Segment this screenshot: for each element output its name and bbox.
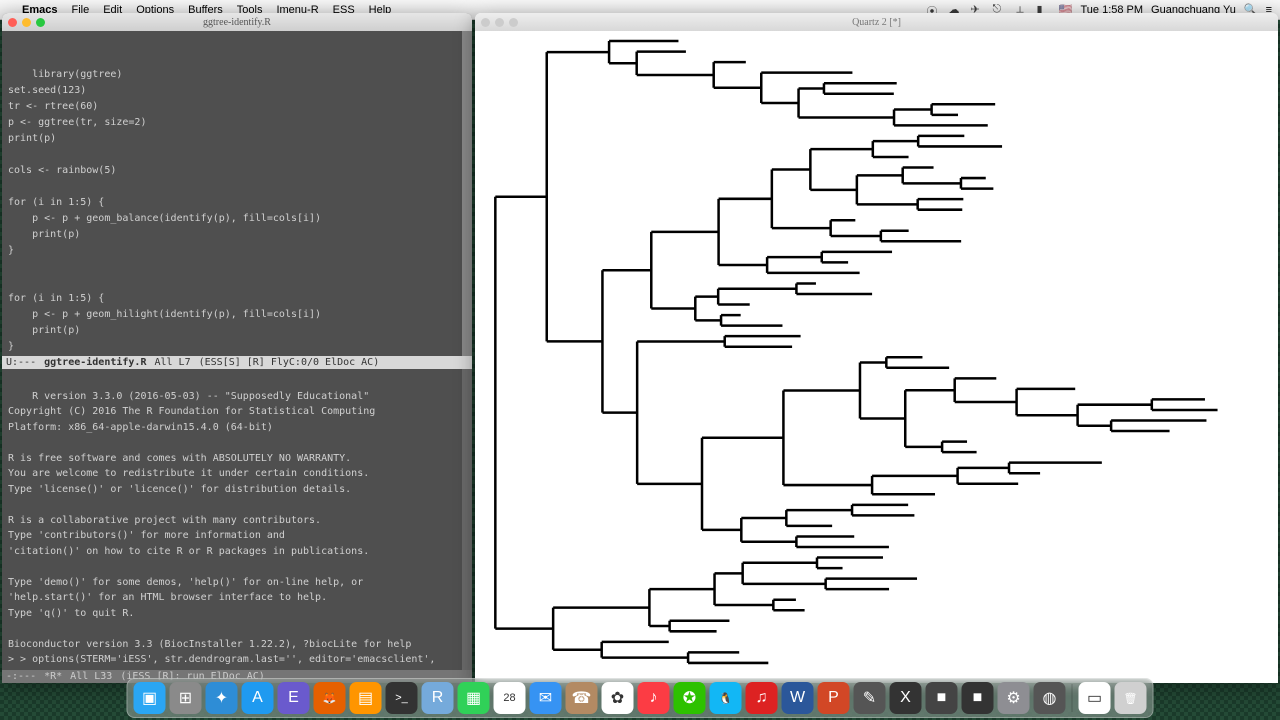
dock-emacs[interactable]: E <box>278 682 310 714</box>
dock-terminal1[interactable]: ■ <box>926 682 958 714</box>
quartz-window: Quartz 2 [*] <box>475 13 1278 683</box>
dock-trash[interactable]: 🗑 <box>1115 682 1147 714</box>
zoom-icon[interactable] <box>509 18 518 27</box>
repl-output: R version 3.3.0 (2016-05-03) -- "Suppose… <box>8 391 442 671</box>
emacs-window: ggtree-identify.R library(ggtree) set.se… <box>2 13 472 683</box>
zoom-icon[interactable] <box>36 18 45 27</box>
dock-activity[interactable]: ◍ <box>1034 682 1066 714</box>
dock-notes[interactable]: ▭ <box>1079 682 1111 714</box>
dock-books[interactable]: ▤ <box>350 682 382 714</box>
dock-launchpad[interactable]: ⊞ <box>170 682 202 714</box>
emacs-titlebar[interactable]: ggtree-identify.R <box>2 13 472 31</box>
quartz-titlebar[interactable]: Quartz 2 [*] <box>475 13 1278 31</box>
minimize-icon[interactable] <box>22 18 31 27</box>
dock-photos[interactable]: ✿ <box>602 682 634 714</box>
ggtree-plot[interactable] <box>475 31 1278 683</box>
dock-safari[interactable]: ✦ <box>206 682 238 714</box>
dock-music[interactable]: ♫ <box>746 682 778 714</box>
dock-wechat[interactable]: ✪ <box>674 682 706 714</box>
close-icon[interactable] <box>481 18 490 27</box>
modeline2-pos: All L33 <box>70 671 112 682</box>
dock-calendar[interactable]: 28 <box>494 682 526 714</box>
scrollbar-thumb[interactable] <box>462 31 472 151</box>
minimize-icon[interactable] <box>495 18 504 27</box>
editor-code: library(ggtree) set.seed(123) tr <- rtre… <box>8 69 321 352</box>
dock-utility1[interactable]: ✎ <box>854 682 886 714</box>
emacs-title-text: ggtree-identify.R <box>203 17 271 28</box>
dock-itunes[interactable]: ♪ <box>638 682 670 714</box>
dock-sysprefs[interactable]: ⚙ <box>998 682 1030 714</box>
dock-mail[interactable]: ✉ <box>530 682 562 714</box>
dock-firefox[interactable]: 🦊 <box>314 682 346 714</box>
close-icon[interactable] <box>8 18 17 27</box>
dock-xquartz[interactable]: X <box>890 682 922 714</box>
dock-iterm[interactable]: >_ <box>386 682 418 714</box>
editor-pane[interactable]: library(ggtree) set.seed(123) tr <- rtre… <box>2 31 472 356</box>
modeline-pos: All L7 <box>154 357 190 368</box>
dock-terminal2[interactable]: ■ <box>962 682 994 714</box>
dock-appstore[interactable]: A <box>242 682 274 714</box>
modeline-modes: (ESS[S] [R] FlyC:0/0 ElDoc AC) <box>199 357 380 368</box>
dock-powerpoint[interactable]: P <box>818 682 850 714</box>
dock-numbers[interactable]: ▦ <box>458 682 490 714</box>
traffic-lights[interactable] <box>481 18 518 27</box>
repl-pane[interactable]: R version 3.3.0 (2016-05-03) -- "Suppose… <box>2 369 472 670</box>
modeline-top: U:--- ggtree-identify.R All L7 (ESS[S] [… <box>2 356 472 369</box>
modeline2-buf: *R* <box>44 671 62 682</box>
modeline-file: ggtree-identify.R <box>44 357 146 368</box>
modeline2-flags: -:--- <box>6 671 36 682</box>
modeline-flags: U:--- <box>6 357 36 368</box>
mac-dock: ▣⊞✦AE🦊▤>_R▦28✉☎✿♪✪🐧♫WP✎X■■⚙◍▭🗑 <box>127 678 1154 718</box>
dock-qq[interactable]: 🐧 <box>710 682 742 714</box>
traffic-lights[interactable] <box>8 18 45 27</box>
quartz-title-text: Quartz 2 [*] <box>852 17 901 28</box>
dock-word[interactable]: W <box>782 682 814 714</box>
dock-finder[interactable]: ▣ <box>134 682 166 714</box>
dock-contacts[interactable]: ☎ <box>566 682 598 714</box>
dock-rstudio[interactable]: R <box>422 682 454 714</box>
